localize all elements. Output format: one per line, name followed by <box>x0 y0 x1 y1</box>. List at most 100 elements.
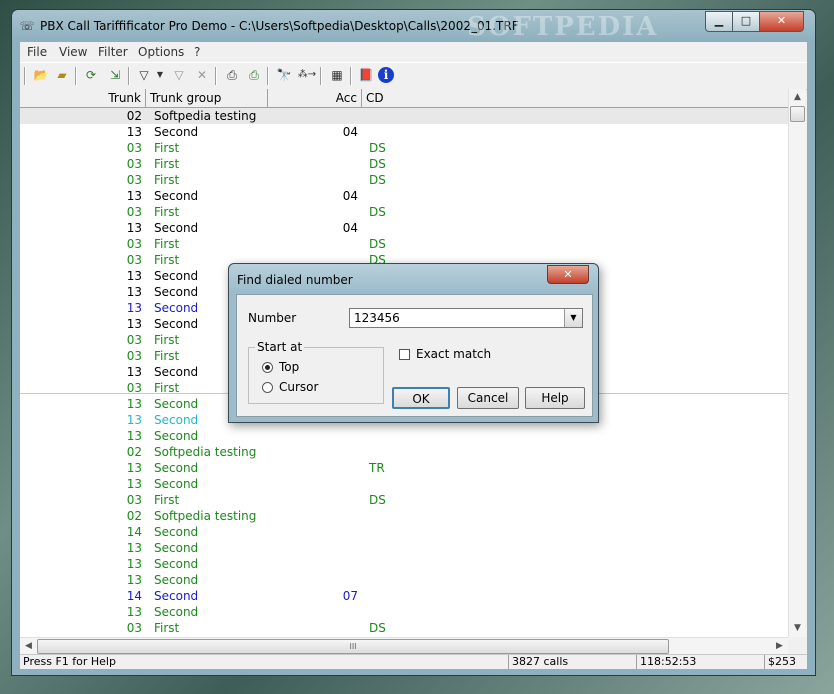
cell-acc: 04 <box>342 189 358 203</box>
help-button[interactable]: Help <box>525 387 585 409</box>
menu-file[interactable]: File <box>27 45 47 59</box>
table-row[interactable]: 14 Second <box>20 524 788 540</box>
start-at-group: Start at Top Cursor <box>248 340 384 404</box>
column-header-cd[interactable]: CD <box>362 89 788 107</box>
vertical-scroll-thumb[interactable] <box>790 106 805 122</box>
cell-cd: DS <box>369 157 386 171</box>
ok-button[interactable]: OK <box>392 387 450 409</box>
cancel-button[interactable]: Cancel <box>457 387 519 409</box>
maximize-button[interactable]: □ <box>732 11 760 32</box>
table-row[interactable]: 13 Second <box>20 604 788 620</box>
cell-trunk-group: Second <box>154 125 199 139</box>
table-row[interactable]: 03 First DS <box>20 236 788 252</box>
cell-trunk: 03 <box>126 253 142 267</box>
number-label: Number <box>248 311 297 325</box>
print-preview-icon[interactable]: ⎙ <box>244 66 264 84</box>
table-row[interactable]: 14 Second 07 <box>20 588 788 604</box>
refresh-icon[interactable]: ⟳ <box>81 66 101 84</box>
cell-trunk: 13 <box>126 477 142 491</box>
table-row[interactable]: 13 Second <box>20 428 788 444</box>
table-row[interactable]: 03 First DS <box>20 492 788 508</box>
dialog-close-button[interactable]: ✕ <box>547 265 589 284</box>
cell-trunk: 13 <box>126 365 142 379</box>
cell-trunk-group: Second <box>154 589 199 603</box>
cell-trunk-group: First <box>154 157 180 171</box>
filter-clear-icon[interactable]: ▽ <box>169 66 189 84</box>
open-folder-icon[interactable]: 📂 <box>31 66 51 84</box>
scroll-up-icon[interactable]: ▲ <box>789 89 806 106</box>
cell-trunk-group: Second <box>154 477 199 491</box>
number-value[interactable]: 123456 <box>354 311 400 325</box>
scroll-left-icon[interactable]: ◀ <box>20 638 37 655</box>
title-bar[interactable]: ☏ PBX Call Tariffificator Pro Demo - C:\… <box>12 10 815 42</box>
menu-bar: File View Filter Options ? <box>20 42 807 62</box>
exact-match-label[interactable]: Exact match <box>416 347 491 361</box>
horizontal-scrollbar[interactable]: ◀ III ▶ <box>20 637 788 655</box>
cell-trunk: 13 <box>126 125 142 139</box>
exact-match-checkbox[interactable] <box>399 349 410 360</box>
table-row[interactable]: 03 First DS <box>20 172 788 188</box>
close-icon: ✕ <box>563 268 573 281</box>
table-row[interactable]: 02 Softpedia testing <box>20 508 788 524</box>
table-row[interactable]: 03 First DS <box>20 156 788 172</box>
number-combobox[interactable]: 123456 ▼ <box>349 308 583 328</box>
menu-options[interactable]: Options <box>138 45 184 59</box>
cell-trunk: 03 <box>126 237 142 251</box>
table-row[interactable]: 13 Second 04 <box>20 220 788 236</box>
toolbar-separator <box>128 67 130 85</box>
table-row[interactable]: 02 Softpedia testing <box>20 444 788 460</box>
radio-cursor[interactable] <box>262 382 273 393</box>
filter-dropdown-icon[interactable]: ▼ <box>150 66 170 84</box>
radio-top-label[interactable]: Top <box>279 360 299 374</box>
table-row[interactable]: 03 First DS <box>20 204 788 220</box>
table-row[interactable]: 13 Second TR <box>20 460 788 476</box>
column-header-acc[interactable]: Acc <box>268 89 362 107</box>
find-dialed-number-dialog: Find dialed number ✕ Number 123456 ▼ Sta… <box>228 263 599 423</box>
menu-help[interactable]: ? <box>194 45 200 59</box>
cell-cd: TR <box>369 461 385 475</box>
cell-trunk: 13 <box>126 189 142 203</box>
export-icon[interactable]: ⇲ <box>105 66 125 84</box>
info-icon[interactable]: i <box>378 67 394 83</box>
combo-dropdown-icon[interactable]: ▼ <box>564 309 582 327</box>
toolbar-separator <box>215 67 217 85</box>
find-next-icon[interactable]: ⁂→ <box>297 66 317 84</box>
table-row[interactable]: 13 Second <box>20 540 788 556</box>
status-help-text: Press F1 for Help <box>23 655 116 668</box>
table-row[interactable]: 02 Softpedia testing <box>20 108 788 124</box>
scroll-right-icon[interactable]: ▶ <box>771 638 788 655</box>
folder-icon[interactable]: ▰ <box>52 66 72 84</box>
table-row[interactable]: 13 Second 04 <box>20 188 788 204</box>
window-title: PBX Call Tariffificator Pro Demo - C:\Us… <box>40 19 519 33</box>
cell-acc: 04 <box>342 221 358 235</box>
binoculars-find-icon[interactable]: 🔭 <box>274 66 294 84</box>
radio-top[interactable] <box>262 362 273 373</box>
cell-trunk: 03 <box>126 349 142 363</box>
table-row[interactable]: 13 Second 04 <box>20 124 788 140</box>
table-row[interactable]: 03 First DS <box>20 620 788 636</box>
column-header-trunk-group[interactable]: Trunk group <box>146 89 268 107</box>
toolbar-separator <box>24 67 26 85</box>
close-button[interactable]: ✕ <box>759 11 804 32</box>
menu-filter[interactable]: Filter <box>98 45 128 59</box>
cell-acc: 07 <box>342 589 358 603</box>
table-icon[interactable]: ▦ <box>327 66 347 84</box>
minimize-button[interactable]: ▁ <box>705 11 733 32</box>
table-row[interactable]: 13 Second <box>20 476 788 492</box>
cell-trunk: 03 <box>126 141 142 155</box>
table-row[interactable]: 13 Second <box>20 572 788 588</box>
print-icon[interactable]: ⎙ <box>222 66 242 84</box>
column-header-trunk[interactable]: Trunk <box>20 89 146 107</box>
horizontal-scroll-thumb[interactable]: III <box>37 639 669 654</box>
vertical-scrollbar[interactable]: ▲ ▼ <box>788 89 806 637</box>
cell-trunk-group: Second <box>154 189 199 203</box>
cell-acc: 04 <box>342 125 358 139</box>
radio-cursor-label[interactable]: Cursor <box>279 380 318 394</box>
filter-remove-icon[interactable]: ✕ <box>192 66 212 84</box>
table-row[interactable]: 13 Second <box>20 556 788 572</box>
cell-trunk: 13 <box>126 413 142 427</box>
menu-view[interactable]: View <box>59 45 87 59</box>
book-icon[interactable]: 📕 <box>356 66 376 84</box>
scroll-down-icon[interactable]: ▼ <box>789 620 806 637</box>
table-row[interactable]: 03 First DS <box>20 140 788 156</box>
